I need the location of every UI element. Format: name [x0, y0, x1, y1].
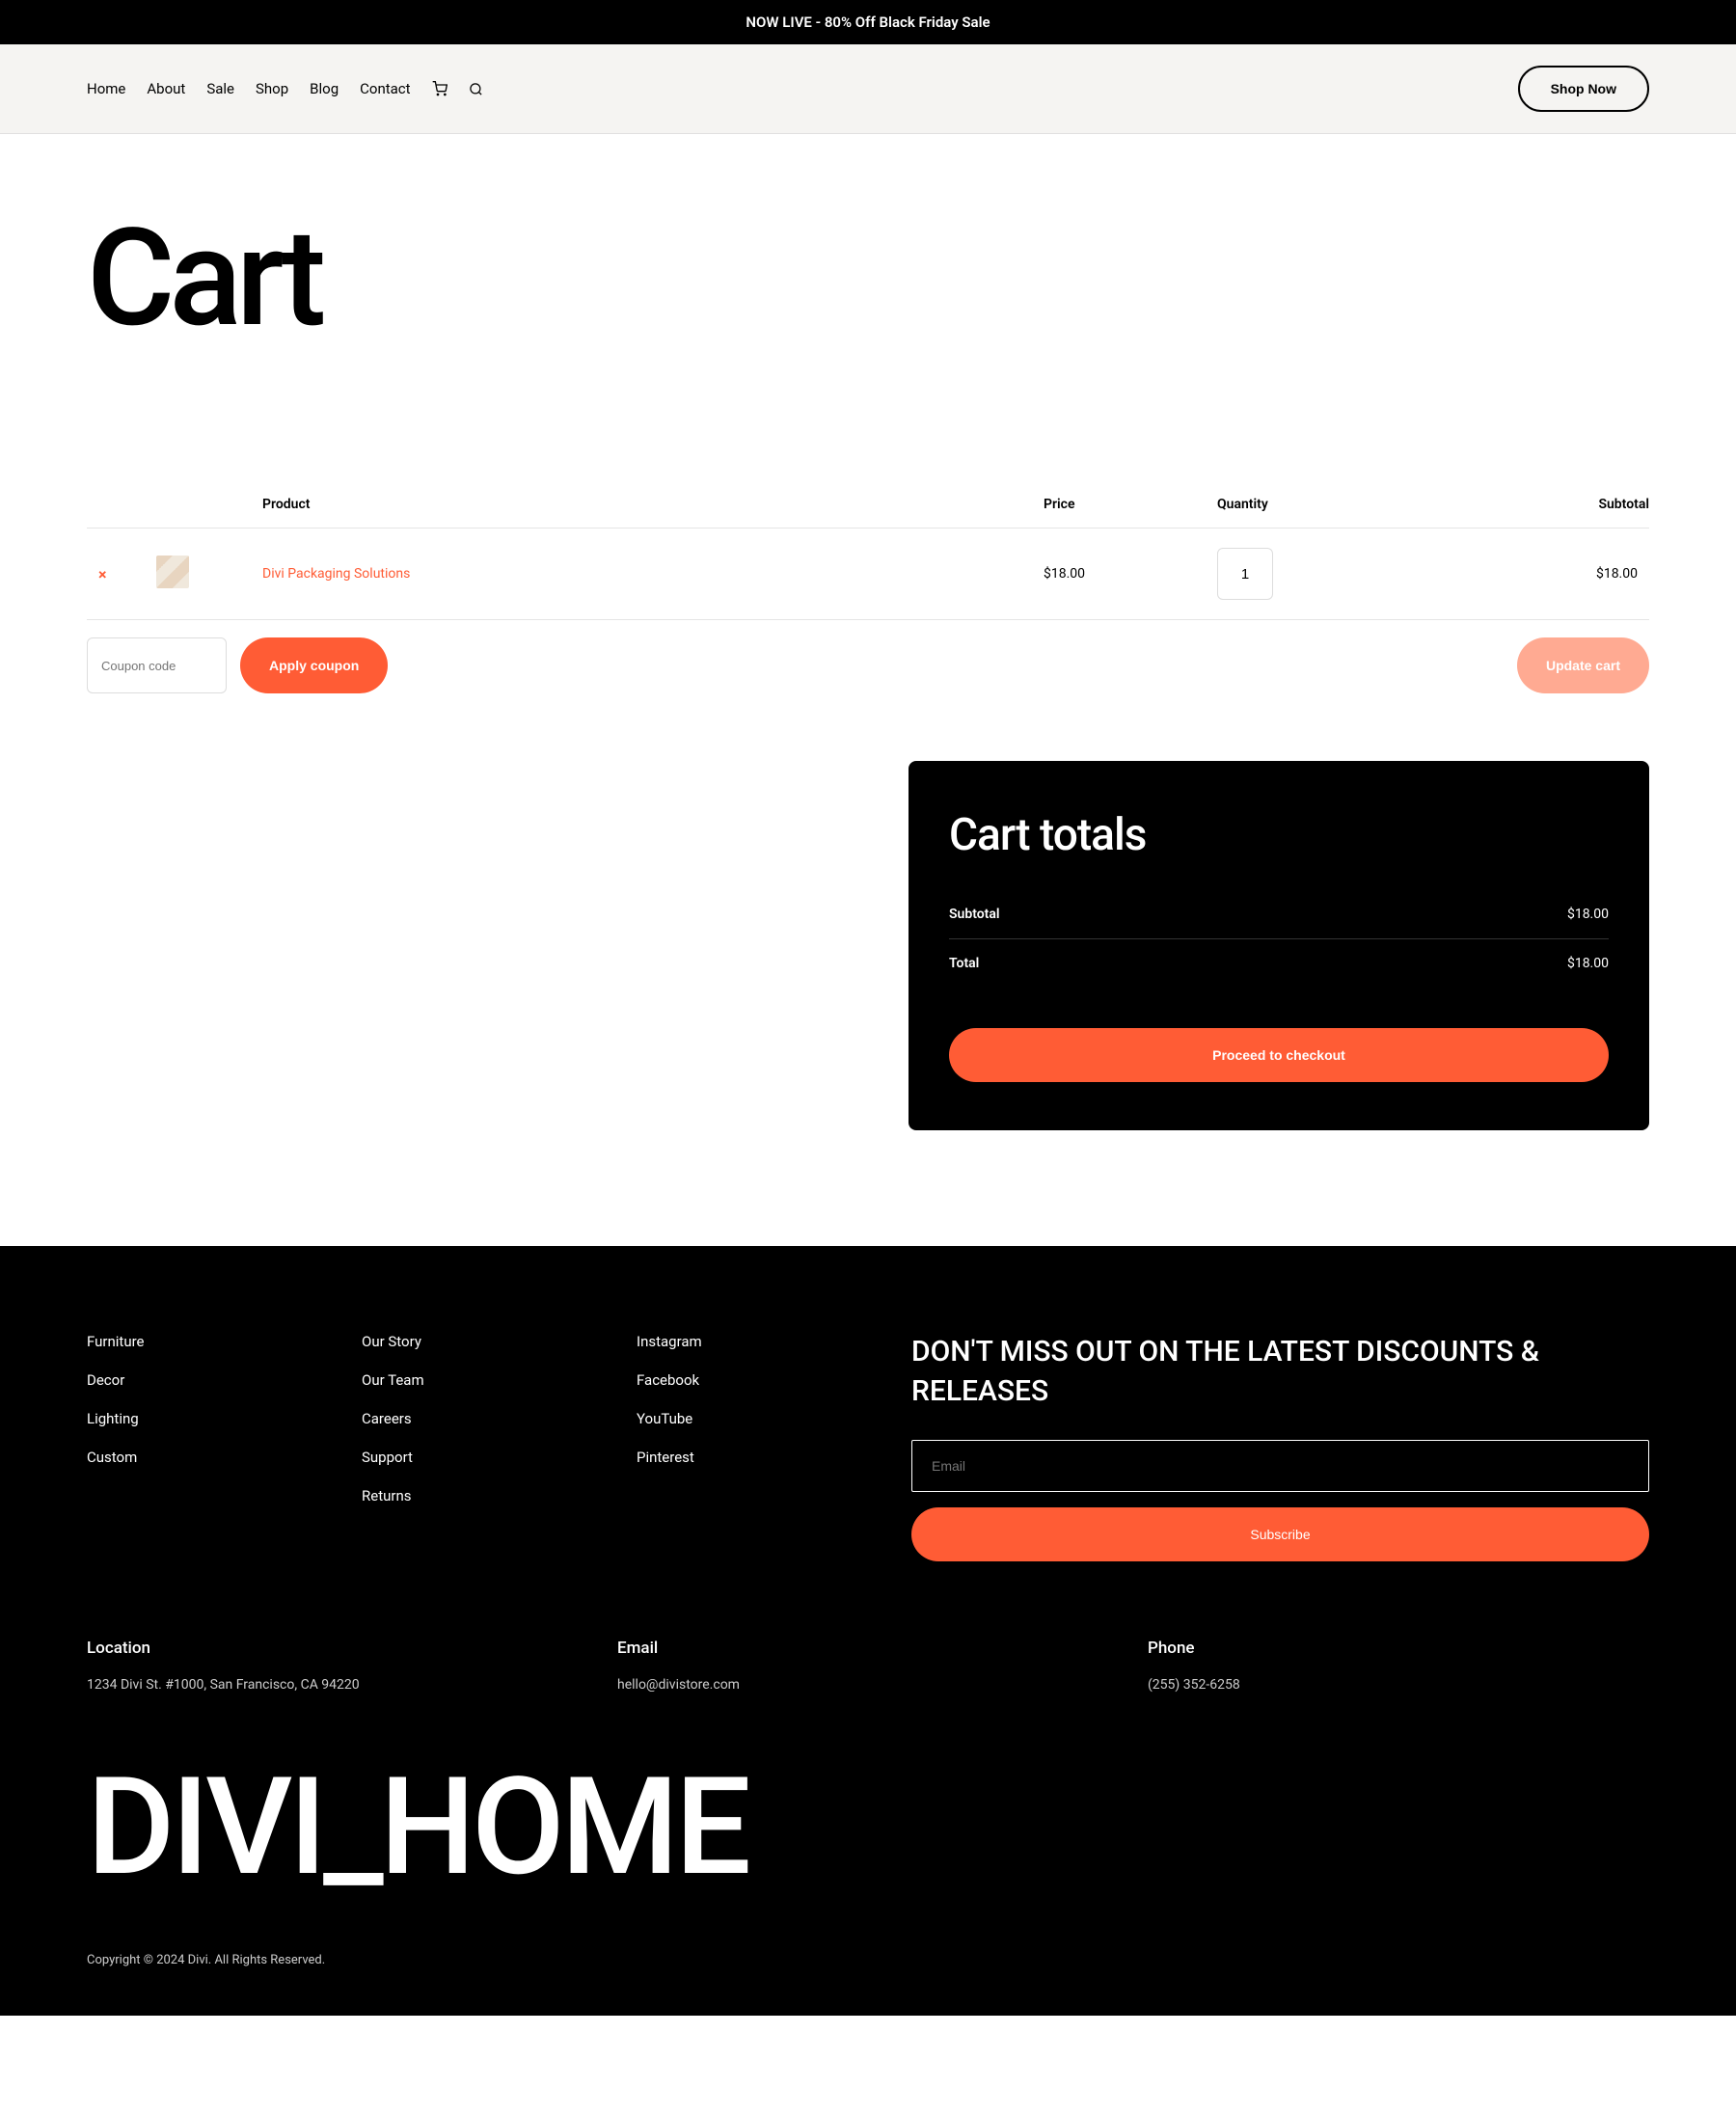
remove-item-button[interactable]: ×	[98, 565, 107, 583]
footer-link[interactable]: Support	[362, 1449, 608, 1466]
update-cart-button[interactable]: Update cart	[1517, 637, 1649, 693]
footer-logo: DIVI_HOME	[87, 1760, 1649, 1895]
footer-col-categories: Furniture Decor Lighting Custom	[87, 1333, 333, 1561]
nav-home[interactable]: Home	[87, 80, 125, 97]
cart-totals: Cart totals Subtotal $18.00 Total $18.00…	[909, 761, 1649, 1130]
checkout-button[interactable]: Proceed to checkout	[949, 1028, 1609, 1082]
product-link[interactable]: Divi Packaging Solutions	[262, 566, 410, 582]
main-content: Cart Product Price Quantity Subtotal × D…	[0, 134, 1736, 1246]
cart-icon[interactable]	[432, 81, 448, 96]
subscribe-button[interactable]: Subscribe	[911, 1507, 1649, 1561]
site-header: Home About Sale Shop Blog Contact Shop N…	[0, 44, 1736, 134]
contact-location: Location 1234 Divi St. #1000, San Franci…	[87, 1639, 588, 1693]
th-subtotal: Subtotal	[1514, 481, 1649, 528]
quantity-input[interactable]	[1217, 548, 1273, 600]
footer-link[interactable]: Our Story	[362, 1333, 608, 1350]
totals-title: Cart totals	[949, 809, 1609, 861]
footer-link[interactable]: Returns	[362, 1487, 608, 1504]
footer-link[interactable]: Lighting	[87, 1410, 333, 1427]
nav-about[interactable]: About	[147, 80, 185, 97]
footer-link[interactable]: Decor	[87, 1371, 333, 1389]
nav-shop[interactable]: Shop	[256, 80, 288, 97]
footer-link[interactable]: YouTube	[637, 1410, 882, 1427]
footer-col-company: Our Story Our Team Careers Support Retur…	[362, 1333, 608, 1561]
contact-phone: Phone (255) 352-6258	[1148, 1639, 1649, 1693]
item-price: $18.00	[1032, 528, 1206, 620]
coupon-input[interactable]	[87, 637, 227, 693]
newsletter: DON'T MISS OUT ON THE LATEST DISCOUNTS &…	[911, 1333, 1649, 1561]
footer-link[interactable]: Our Team	[362, 1371, 608, 1389]
subtotal-label: Subtotal	[949, 907, 1000, 922]
footer-link[interactable]: Careers	[362, 1410, 608, 1427]
search-icon[interactable]	[469, 82, 483, 96]
footer-link[interactable]: Pinterest	[637, 1449, 882, 1466]
footer-link[interactable]: Facebook	[637, 1371, 882, 1389]
total-value: $18.00	[1567, 956, 1609, 971]
item-subtotal: $18.00	[1514, 528, 1649, 620]
footer-link[interactable]: Instagram	[637, 1333, 882, 1350]
cart-table: Product Price Quantity Subtotal × Divi P…	[87, 481, 1649, 620]
apply-coupon-button[interactable]: Apply coupon	[240, 637, 388, 693]
footer-col-social: Instagram Facebook YouTube Pinterest	[637, 1333, 882, 1561]
footer-link[interactable]: Furniture	[87, 1333, 333, 1350]
subtotal-value: $18.00	[1567, 907, 1609, 922]
cart-row: × Divi Packaging Solutions $18.00 $18.00	[87, 528, 1649, 620]
page-title: Cart	[87, 211, 1649, 346]
th-qty: Quantity	[1206, 481, 1514, 528]
total-label: Total	[949, 956, 979, 971]
shop-now-button[interactable]: Shop Now	[1518, 66, 1649, 112]
th-price: Price	[1032, 481, 1206, 528]
contact-email: Email hello@divistore.com	[617, 1639, 1119, 1693]
th-product: Product	[251, 481, 1032, 528]
nav-sale[interactable]: Sale	[206, 80, 234, 97]
newsletter-email-input[interactable]	[911, 1440, 1649, 1492]
site-footer: Furniture Decor Lighting Custom Our Stor…	[0, 1246, 1736, 2016]
footer-link[interactable]: Custom	[87, 1449, 333, 1466]
cart-actions: Apply coupon Update cart	[87, 637, 1649, 693]
primary-nav: Home About Sale Shop Blog Contact	[87, 80, 483, 97]
product-thumbnail[interactable]	[156, 556, 189, 588]
copyright: Copyright © 2024 Divi. All Rights Reserv…	[87, 1953, 1649, 1967]
nav-blog[interactable]: Blog	[310, 80, 339, 97]
nav-contact[interactable]: Contact	[360, 80, 410, 97]
promo-banner: NOW LIVE - 80% Off Black Friday Sale	[0, 0, 1736, 44]
newsletter-heading: DON'T MISS OUT ON THE LATEST DISCOUNTS &…	[911, 1333, 1649, 1411]
